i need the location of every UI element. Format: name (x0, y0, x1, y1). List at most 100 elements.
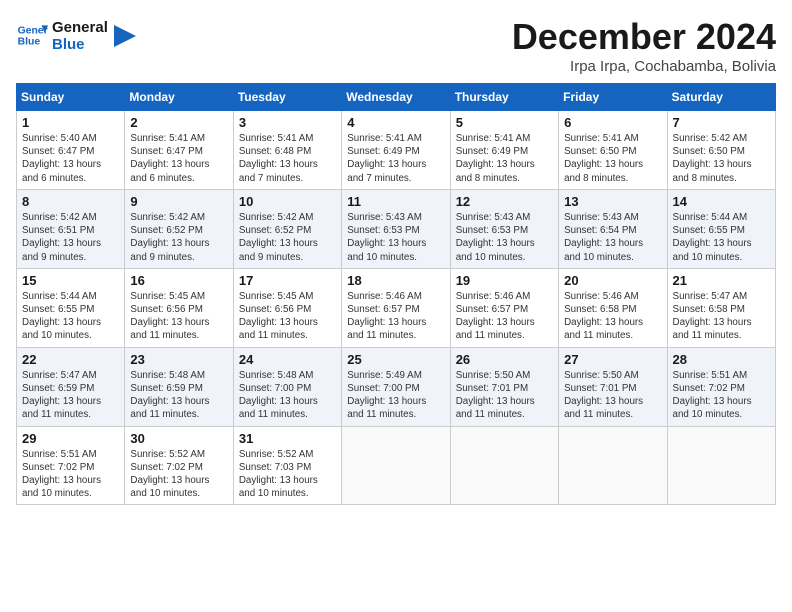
day-number: 3 (239, 115, 336, 130)
day-number: 18 (347, 273, 444, 288)
day-detail: Sunrise: 5:50 AM Sunset: 7:01 PM Dayligh… (564, 369, 661, 422)
day-number: 6 (564, 115, 661, 130)
day-detail: Sunrise: 5:43 AM Sunset: 6:54 PM Dayligh… (564, 211, 661, 264)
day-number: 8 (22, 194, 119, 209)
weekday-header-sunday: Sunday (17, 84, 125, 111)
weekday-header-friday: Friday (559, 84, 667, 111)
calendar-cell (667, 426, 775, 505)
day-detail: Sunrise: 5:43 AM Sunset: 6:53 PM Dayligh… (347, 211, 444, 264)
day-number: 26 (456, 352, 553, 367)
title-block: December 2024 Irpa Irpa, Cochabamba, Bol… (512, 16, 776, 75)
logo-general: General (52, 20, 108, 37)
day-number: 15 (22, 273, 119, 288)
day-number: 29 (22, 431, 119, 446)
calendar-cell: 9 Sunrise: 5:42 AM Sunset: 6:52 PM Dayli… (125, 189, 233, 268)
calendar-cell (450, 426, 558, 505)
page-header: General Blue General Blue December 2024 … (16, 16, 776, 75)
calendar-cell: 8 Sunrise: 5:42 AM Sunset: 6:51 PM Dayli… (17, 189, 125, 268)
day-detail: Sunrise: 5:42 AM Sunset: 6:51 PM Dayligh… (22, 211, 119, 264)
calendar-week-row: 15 Sunrise: 5:44 AM Sunset: 6:55 PM Dayl… (17, 268, 776, 347)
weekday-header-tuesday: Tuesday (233, 84, 341, 111)
calendar-cell: 2 Sunrise: 5:41 AM Sunset: 6:47 PM Dayli… (125, 111, 233, 190)
logo: General Blue General Blue (16, 16, 136, 53)
day-detail: Sunrise: 5:42 AM Sunset: 6:50 PM Dayligh… (673, 132, 770, 185)
day-number: 12 (456, 194, 553, 209)
day-number: 27 (564, 352, 661, 367)
day-detail: Sunrise: 5:52 AM Sunset: 7:02 PM Dayligh… (130, 448, 227, 501)
location-subtitle: Irpa Irpa, Cochabamba, Bolivia (512, 58, 776, 75)
calendar-cell: 7 Sunrise: 5:42 AM Sunset: 6:50 PM Dayli… (667, 111, 775, 190)
calendar-cell: 27 Sunrise: 5:50 AM Sunset: 7:01 PM Dayl… (559, 347, 667, 426)
calendar-cell: 31 Sunrise: 5:52 AM Sunset: 7:03 PM Dayl… (233, 426, 341, 505)
day-detail: Sunrise: 5:47 AM Sunset: 6:59 PM Dayligh… (22, 369, 119, 422)
calendar-cell: 23 Sunrise: 5:48 AM Sunset: 6:59 PM Dayl… (125, 347, 233, 426)
day-number: 25 (347, 352, 444, 367)
day-number: 20 (564, 273, 661, 288)
day-detail: Sunrise: 5:48 AM Sunset: 7:00 PM Dayligh… (239, 369, 336, 422)
calendar-week-row: 8 Sunrise: 5:42 AM Sunset: 6:51 PM Dayli… (17, 189, 776, 268)
calendar-cell: 1 Sunrise: 5:40 AM Sunset: 6:47 PM Dayli… (17, 111, 125, 190)
day-detail: Sunrise: 5:40 AM Sunset: 6:47 PM Dayligh… (22, 132, 119, 185)
day-number: 28 (673, 352, 770, 367)
day-detail: Sunrise: 5:51 AM Sunset: 7:02 PM Dayligh… (22, 448, 119, 501)
day-detail: Sunrise: 5:41 AM Sunset: 6:48 PM Dayligh… (239, 132, 336, 185)
day-detail: Sunrise: 5:50 AM Sunset: 7:01 PM Dayligh… (456, 369, 553, 422)
calendar-cell (342, 426, 450, 505)
calendar-cell: 15 Sunrise: 5:44 AM Sunset: 6:55 PM Dayl… (17, 268, 125, 347)
weekday-header-saturday: Saturday (667, 84, 775, 111)
day-detail: Sunrise: 5:46 AM Sunset: 6:58 PM Dayligh… (564, 290, 661, 343)
day-detail: Sunrise: 5:41 AM Sunset: 6:49 PM Dayligh… (347, 132, 444, 185)
logo-icon: General Blue (16, 19, 48, 51)
calendar-cell: 25 Sunrise: 5:49 AM Sunset: 7:00 PM Dayl… (342, 347, 450, 426)
day-number: 19 (456, 273, 553, 288)
weekday-header-thursday: Thursday (450, 84, 558, 111)
month-title: December 2024 (512, 16, 776, 58)
logo-arrow-icon (114, 25, 136, 47)
weekday-header-monday: Monday (125, 84, 233, 111)
day-detail: Sunrise: 5:41 AM Sunset: 6:47 PM Dayligh… (130, 132, 227, 185)
day-number: 21 (673, 273, 770, 288)
day-number: 16 (130, 273, 227, 288)
calendar-week-row: 29 Sunrise: 5:51 AM Sunset: 7:02 PM Dayl… (17, 426, 776, 505)
calendar-cell: 16 Sunrise: 5:45 AM Sunset: 6:56 PM Dayl… (125, 268, 233, 347)
day-detail: Sunrise: 5:46 AM Sunset: 6:57 PM Dayligh… (456, 290, 553, 343)
day-number: 31 (239, 431, 336, 446)
day-number: 4 (347, 115, 444, 130)
day-detail: Sunrise: 5:48 AM Sunset: 6:59 PM Dayligh… (130, 369, 227, 422)
calendar-table: SundayMondayTuesdayWednesdayThursdayFrid… (16, 83, 776, 505)
day-number: 7 (673, 115, 770, 130)
day-number: 13 (564, 194, 661, 209)
calendar-cell: 11 Sunrise: 5:43 AM Sunset: 6:53 PM Dayl… (342, 189, 450, 268)
calendar-cell: 14 Sunrise: 5:44 AM Sunset: 6:55 PM Dayl… (667, 189, 775, 268)
day-detail: Sunrise: 5:46 AM Sunset: 6:57 PM Dayligh… (347, 290, 444, 343)
day-detail: Sunrise: 5:44 AM Sunset: 6:55 PM Dayligh… (673, 211, 770, 264)
day-detail: Sunrise: 5:41 AM Sunset: 6:49 PM Dayligh… (456, 132, 553, 185)
calendar-cell: 6 Sunrise: 5:41 AM Sunset: 6:50 PM Dayli… (559, 111, 667, 190)
day-number: 30 (130, 431, 227, 446)
calendar-week-row: 22 Sunrise: 5:47 AM Sunset: 6:59 PM Dayl… (17, 347, 776, 426)
day-detail: Sunrise: 5:49 AM Sunset: 7:00 PM Dayligh… (347, 369, 444, 422)
day-number: 2 (130, 115, 227, 130)
day-number: 22 (22, 352, 119, 367)
day-detail: Sunrise: 5:45 AM Sunset: 6:56 PM Dayligh… (239, 290, 336, 343)
calendar-cell: 10 Sunrise: 5:42 AM Sunset: 6:52 PM Dayl… (233, 189, 341, 268)
day-detail: Sunrise: 5:42 AM Sunset: 6:52 PM Dayligh… (239, 211, 336, 264)
calendar-cell: 3 Sunrise: 5:41 AM Sunset: 6:48 PM Dayli… (233, 111, 341, 190)
calendar-cell: 19 Sunrise: 5:46 AM Sunset: 6:57 PM Dayl… (450, 268, 558, 347)
day-number: 23 (130, 352, 227, 367)
calendar-cell: 5 Sunrise: 5:41 AM Sunset: 6:49 PM Dayli… (450, 111, 558, 190)
day-detail: Sunrise: 5:43 AM Sunset: 6:53 PM Dayligh… (456, 211, 553, 264)
calendar-cell: 20 Sunrise: 5:46 AM Sunset: 6:58 PM Dayl… (559, 268, 667, 347)
day-number: 10 (239, 194, 336, 209)
weekday-header-row: SundayMondayTuesdayWednesdayThursdayFrid… (17, 84, 776, 111)
calendar-cell: 22 Sunrise: 5:47 AM Sunset: 6:59 PM Dayl… (17, 347, 125, 426)
day-number: 1 (22, 115, 119, 130)
calendar-cell (559, 426, 667, 505)
calendar-cell: 30 Sunrise: 5:52 AM Sunset: 7:02 PM Dayl… (125, 426, 233, 505)
day-detail: Sunrise: 5:44 AM Sunset: 6:55 PM Dayligh… (22, 290, 119, 343)
calendar-cell: 26 Sunrise: 5:50 AM Sunset: 7:01 PM Dayl… (450, 347, 558, 426)
day-detail: Sunrise: 5:51 AM Sunset: 7:02 PM Dayligh… (673, 369, 770, 422)
calendar-cell: 12 Sunrise: 5:43 AM Sunset: 6:53 PM Dayl… (450, 189, 558, 268)
calendar-cell: 24 Sunrise: 5:48 AM Sunset: 7:00 PM Dayl… (233, 347, 341, 426)
day-number: 17 (239, 273, 336, 288)
